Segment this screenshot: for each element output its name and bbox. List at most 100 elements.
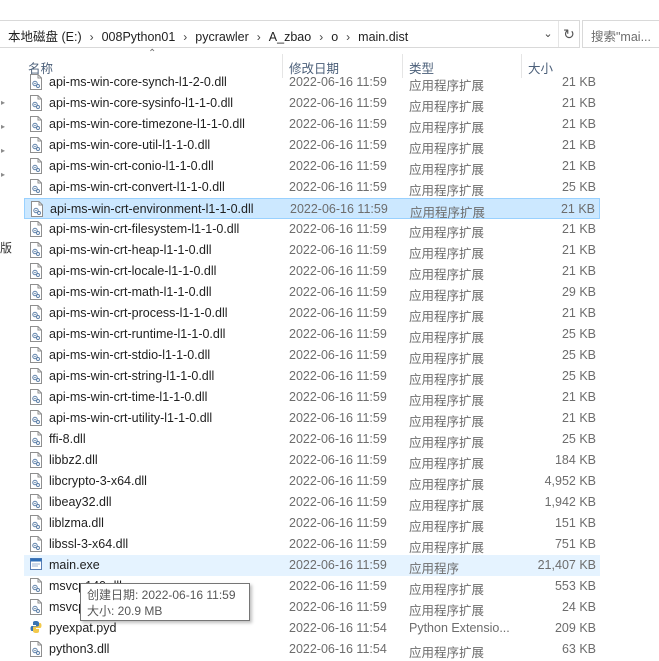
breadcrumb-item[interactable]: 本地磁盘 (E:): [8, 26, 82, 45]
file-date: 2022-06-16 11:59: [289, 453, 387, 467]
file-type: 应用程序扩展: [409, 247, 485, 261]
file-row[interactable]: api-ms-win-crt-utility-l1-1-0.dll 2022-06…: [24, 408, 600, 429]
file-row[interactable]: api-ms-win-crt-math-l1-1-0.dll 2022-06-16…: [24, 282, 600, 303]
file-name: ffi-8.dll: [49, 432, 86, 446]
file-row[interactable]: api-ms-win-crt-convert-l1-1-0.dll 2022-06…: [24, 177, 600, 198]
file-date: 2022-06-16 11:59: [289, 243, 387, 257]
file-date: 2022-06-16 11:59: [289, 159, 387, 173]
expand-arrow-icon[interactable]: ▸: [1, 98, 9, 107]
breadcrumb-item[interactable]: A_zbao: [269, 30, 311, 44]
file-row[interactable]: api-ms-win-crt-runtime-l1-1-0.dll 2022-06…: [24, 324, 600, 345]
expand-arrow-icon[interactable]: ▸: [1, 146, 9, 155]
breadcrumb-item[interactable]: 008Python01: [102, 30, 176, 44]
file-size: 25 KB: [561, 327, 596, 341]
nav-item-label[interactable]: 版: [0, 239, 12, 256]
refresh-icon[interactable]: ↻: [558, 21, 579, 47]
file-size: 21 KB: [561, 117, 596, 131]
breadcrumb-item[interactable]: pycrawler: [195, 30, 249, 44]
file-type: 应用程序: [409, 562, 460, 576]
file-row[interactable]: api-ms-win-crt-process-l1-1-0.dll 2022-06…: [24, 303, 600, 324]
file-size: 21 KB: [561, 264, 596, 278]
file-type: 应用程序扩展: [409, 268, 485, 282]
file-name: api-ms-win-crt-utility-l1-1-0.dll: [49, 411, 213, 425]
file-type: 应用程序扩展: [409, 331, 485, 345]
breadcrumb-separator-icon[interactable]: ›: [257, 30, 261, 44]
file-name: api-ms-win-core-sysinfo-l1-1-0.dll: [49, 96, 234, 110]
dll-file-icon: [30, 326, 42, 342]
file-date: 2022-06-16 11:59: [289, 138, 387, 152]
breadcrumb-item[interactable]: main.dist: [358, 30, 408, 44]
dll-file-icon: [30, 263, 42, 279]
search-input[interactable]: 搜索"mai...: [582, 20, 659, 48]
breadcrumb-item[interactable]: o: [331, 30, 338, 44]
file-date: 2022-06-16 11:59: [289, 180, 387, 194]
file-row[interactable]: libbz2.dll 2022-06-16 11:59 应用程序扩展 184 KB: [24, 450, 600, 471]
file-row[interactable]: pyexpat.pyd 2022-06-16 11:54 Python Extens…: [24, 618, 600, 639]
breadcrumb-separator-icon[interactable]: ›: [346, 30, 350, 44]
file-size: 21 KB: [561, 222, 596, 236]
file-row[interactable]: api-ms-win-core-util-l1-1-0.dll 2022-06-1…: [24, 135, 600, 156]
file-name: api-ms-win-crt-runtime-l1-1-0.dll: [49, 327, 226, 341]
file-row[interactable]: api-ms-win-crt-filesystem-l1-1-0.dll 2022…: [24, 219, 600, 240]
file-date: 2022-06-16 11:59: [289, 558, 387, 572]
file-type: 应用程序扩展: [409, 310, 485, 324]
file-row[interactable]: api-ms-win-crt-string-l1-1-0.dll 2022-06-…: [24, 366, 600, 387]
file-row[interactable]: liblzma.dll 2022-06-16 11:59 应用程序扩展 151 KB: [24, 513, 600, 534]
file-date: 2022-06-16 11:59: [289, 474, 387, 488]
file-size: 63 KB: [561, 642, 596, 656]
file-date: 2022-06-16 11:59: [289, 306, 387, 320]
file-row[interactable]: libcrypto-3-x64.dll 2022-06-16 11:59 应用程序扩…: [24, 471, 600, 492]
file-row[interactable]: main.exe 2022-06-16 11:59 应用程序 21,407 KB: [24, 555, 600, 576]
breadcrumb-separator-icon[interactable]: ›: [90, 30, 94, 44]
file-name: libcrypto-3-x64.dll: [49, 474, 147, 488]
address-bar[interactable]: 本地磁盘 (E:) › 008Python01 › pycrawler › A_zbao › o…: [0, 20, 580, 48]
file-size: 21 KB: [561, 159, 596, 173]
file-type: Python Extensio...: [409, 621, 510, 635]
file-name: api-ms-win-crt-filesystem-l1-1-0.dll: [49, 222, 240, 236]
file-type: 应用程序扩展: [409, 499, 485, 513]
file-size: 751 KB: [554, 537, 596, 551]
file-type: 应用程序扩展: [409, 352, 485, 366]
file-date: 2022-06-16 11:59: [289, 327, 387, 341]
file-name: python3.dll: [49, 642, 110, 656]
file-row[interactable]: api-ms-win-crt-heap-l1-1-0.dll 2022-06-16…: [24, 240, 600, 261]
file-size: 21 KB: [561, 96, 596, 110]
application-file-icon: [30, 557, 42, 573]
file-name: api-ms-win-core-util-l1-1-0.dll: [49, 138, 211, 152]
file-date: 2022-06-16 11:59: [289, 285, 387, 299]
file-date: 2022-06-16 11:59: [289, 579, 387, 593]
file-row[interactable]: api-ms-win-crt-stdio-l1-1-0.dll 2022-06-1…: [24, 345, 600, 366]
file-row[interactable]: api-ms-win-core-synch-l1-2-0.dll 2022-06-…: [24, 72, 600, 93]
file-size: 151 KB: [554, 516, 596, 530]
dll-file-icon: [31, 201, 43, 217]
file-row[interactable]: libssl-3-x64.dll 2022-06-16 11:59 应用程序扩展 75…: [24, 534, 600, 555]
expand-arrow-icon[interactable]: ▸: [1, 122, 9, 131]
file-row[interactable]: libeay32.dll 2022-06-16 11:59 应用程序扩展 1,942 …: [24, 492, 600, 513]
navigation-pane: ▸ ▸ ▸ ▸ 版: [0, 48, 20, 646]
file-size: 21 KB: [561, 390, 596, 404]
file-date: 2022-06-16 11:59: [289, 411, 387, 425]
file-name: api-ms-win-crt-conio-l1-1-0.dll: [49, 159, 214, 173]
file-type: 应用程序扩展: [409, 121, 485, 135]
file-row[interactable]: python3.dll 2022-06-16 11:54 应用程序扩展 63 KB: [24, 639, 600, 660]
file-row[interactable]: ffi-8.dll 2022-06-16 11:59 应用程序扩展 25 KB: [24, 429, 600, 450]
dll-file-icon: [30, 452, 42, 468]
breadcrumb-separator-icon[interactable]: ›: [183, 30, 187, 44]
file-name: api-ms-win-core-timezone-l1-1-0.dll: [49, 117, 245, 131]
file-date: 2022-06-16 11:59: [289, 537, 387, 551]
file-size: 25 KB: [561, 348, 596, 362]
dll-file-icon: [30, 536, 42, 552]
file-row[interactable]: api-ms-win-crt-environment-l1-1-0.dll 202…: [24, 198, 600, 220]
file-row[interactable]: api-ms-win-crt-locale-l1-1-0.dll 2022-06-…: [24, 261, 600, 282]
file-row[interactable]: api-ms-win-crt-time-l1-1-0.dll 2022-06-16…: [24, 387, 600, 408]
breadcrumb-separator-icon[interactable]: ›: [319, 30, 323, 44]
expand-arrow-icon[interactable]: ▸: [1, 170, 9, 179]
file-type: 应用程序扩展: [409, 289, 485, 303]
tooltip-size: 大小: 20.9 MB: [87, 604, 163, 618]
chevron-down-icon[interactable]: ⌄: [539, 24, 557, 44]
file-row[interactable]: api-ms-win-core-sysinfo-l1-1-0.dll 2022-0…: [24, 93, 600, 114]
file-row[interactable]: api-ms-win-crt-conio-l1-1-0.dll 2022-06-1…: [24, 156, 600, 177]
file-row[interactable]: api-ms-win-core-timezone-l1-1-0.dll 2022-…: [24, 114, 600, 135]
file-type: 应用程序扩展: [409, 541, 485, 555]
dll-file-icon: [30, 116, 42, 132]
